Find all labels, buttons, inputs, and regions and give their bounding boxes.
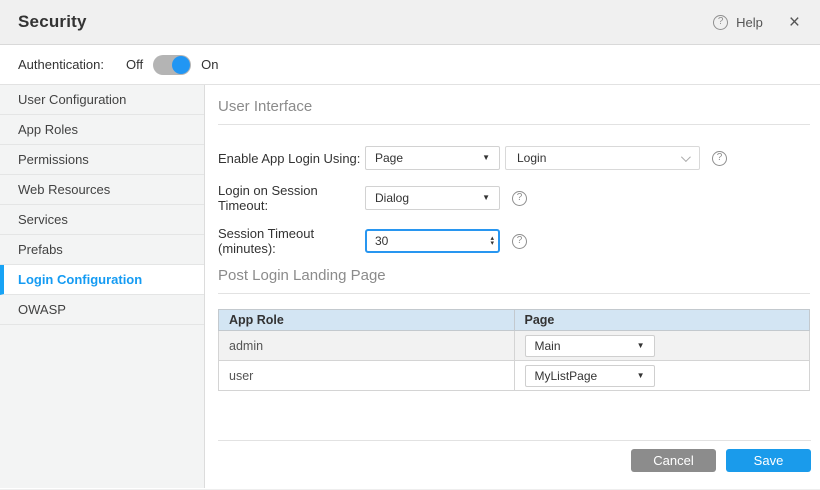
timeout-mode-value: Dialog	[375, 191, 409, 205]
sidebar-item-label: App Roles	[18, 122, 78, 137]
table-row: user MyListPage ▼	[219, 361, 810, 391]
footer-actions: Cancel Save	[631, 449, 811, 472]
help-link[interactable]: Help	[736, 15, 763, 30]
section-heading-post-login: Post Login Landing Page	[218, 256, 810, 293]
sidebar-item-user-configuration[interactable]: User Configuration	[0, 85, 204, 115]
authentication-bar: Authentication: Off On	[0, 45, 820, 85]
sidebar-item-label: Web Resources	[18, 182, 110, 197]
table-row: admin Main ▼	[219, 331, 810, 361]
footer-divider	[218, 440, 811, 441]
sidebar-item-login-configuration[interactable]: Login Configuration	[0, 265, 204, 295]
caret-down-icon: ▼	[482, 194, 490, 202]
login-on-timeout-help-icon[interactable]: ?	[512, 191, 527, 206]
login-type-value: Page	[375, 151, 403, 165]
sidebar-item-label: OWASP	[18, 302, 66, 317]
section-heading-user-interface: User Interface	[218, 85, 810, 124]
admin-page-value: Main	[535, 339, 561, 353]
user-page-value: MyListPage	[535, 369, 598, 383]
title-bar: Security ? Help ×	[0, 0, 820, 45]
session-timeout-input[interactable]	[365, 229, 500, 253]
caret-down-icon: ▼	[637, 342, 645, 350]
sidebar-item-prefabs[interactable]: Prefabs	[0, 235, 204, 265]
session-timeout-label: Session Timeout (minutes):	[218, 226, 365, 256]
sidebar-item-services[interactable]: Services	[0, 205, 204, 235]
caret-down-icon: ▼	[637, 372, 645, 380]
close-icon[interactable]: ×	[789, 13, 800, 32]
sidebar-item-app-roles[interactable]: App Roles	[0, 115, 204, 145]
sidebar-item-label: Login Configuration	[18, 272, 142, 287]
app-role-cell: user	[219, 361, 515, 391]
enable-app-login-help-icon[interactable]: ?	[712, 151, 727, 166]
page-title: Security	[18, 12, 87, 32]
security-dialog: Security ? Help × Authentication: Off On…	[0, 0, 820, 490]
authentication-toggle[interactable]	[153, 55, 191, 75]
admin-page-select[interactable]: Main ▼	[525, 335, 655, 357]
post-login-landing-table: App Role Page admin Main ▼	[218, 309, 810, 391]
section-divider	[218, 124, 810, 125]
cancel-button[interactable]: Cancel	[631, 449, 716, 472]
user-page-select[interactable]: MyListPage ▼	[525, 365, 655, 387]
sidebar-item-label: Permissions	[18, 152, 89, 167]
save-button[interactable]: Save	[726, 449, 811, 472]
session-timeout-row: Session Timeout (minutes): ▴▾ ?	[218, 226, 810, 256]
login-on-timeout-row: Login on Session Timeout: Dialog ▼ ?	[218, 183, 810, 213]
toggle-knob-icon	[172, 56, 190, 74]
section-divider	[218, 293, 810, 294]
sidebar-item-web-resources[interactable]: Web Resources	[0, 175, 204, 205]
help-icon[interactable]: ?	[713, 15, 728, 30]
chevron-down-icon	[681, 152, 691, 162]
column-header-page: Page	[514, 310, 810, 331]
table-header-row: App Role Page	[219, 310, 810, 331]
toggle-on-label: On	[201, 57, 218, 72]
enable-app-login-row: Enable App Login Using: Page ▼ Login ?	[218, 146, 810, 170]
number-spinner-icon[interactable]: ▴▾	[490, 231, 494, 251]
sidebar-item-label: Prefabs	[18, 242, 63, 257]
sidebar-item-owasp[interactable]: OWASP	[0, 295, 204, 325]
session-timeout-help-icon[interactable]: ?	[512, 234, 527, 249]
column-header-app-role: App Role	[219, 310, 515, 331]
enable-app-login-label: Enable App Login Using:	[218, 151, 365, 166]
login-page-value: Login	[517, 151, 546, 165]
toggle-off-label: Off	[126, 57, 143, 72]
settings-sidebar: User Configuration App Roles Permissions…	[0, 85, 205, 488]
authentication-label: Authentication:	[18, 57, 104, 72]
sidebar-item-label: User Configuration	[18, 92, 126, 107]
login-type-select[interactable]: Page ▼	[365, 146, 500, 170]
login-page-combobox[interactable]: Login	[505, 146, 700, 170]
caret-down-icon: ▼	[482, 154, 490, 162]
login-configuration-panel: User Interface Enable App Login Using: P…	[205, 85, 820, 488]
sidebar-item-permissions[interactable]: Permissions	[0, 145, 204, 175]
sidebar-item-label: Services	[18, 212, 68, 227]
app-role-cell: admin	[219, 331, 515, 361]
login-on-timeout-label: Login on Session Timeout:	[218, 183, 365, 213]
timeout-mode-select[interactable]: Dialog ▼	[365, 186, 500, 210]
session-timeout-field-wrap: ▴▾	[365, 229, 500, 253]
